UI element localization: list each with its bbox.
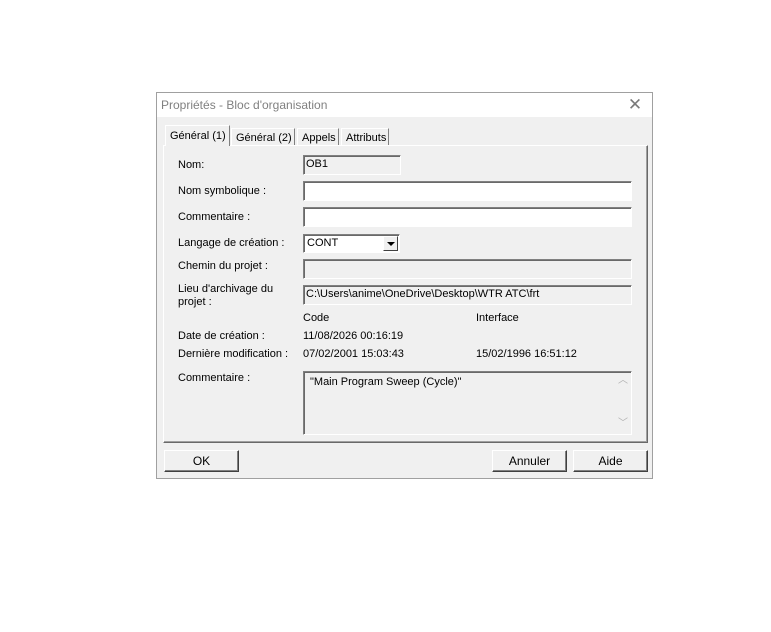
- tab-attributs[interactable]: Attributs: [341, 128, 389, 146]
- tab-appels[interactable]: Appels: [297, 128, 339, 146]
- langage-label: Langage de création :: [178, 237, 285, 249]
- nom-symbolique-input[interactable]: [303, 181, 632, 201]
- interface-header: Interface: [476, 312, 519, 324]
- tab-general-1[interactable]: Général (1): [165, 125, 230, 146]
- ok-button[interactable]: OK: [164, 450, 239, 472]
- chemin-field: [303, 259, 632, 279]
- commentaire-label: Commentaire :: [178, 211, 251, 223]
- lieu-label-line2: projet :: [178, 296, 212, 308]
- date-creation-label: Date de création :: [178, 330, 265, 342]
- title-bar[interactable]: Propriétés - Bloc d'organisation ✕: [157, 93, 652, 117]
- date-creation-code: 11/08/2026 00:16:19: [303, 330, 404, 342]
- commentaire2-value: "Main Program Sweep (Cycle)": [310, 376, 462, 388]
- memo-scrollbar[interactable]: ︿ ﹀: [615, 373, 630, 433]
- lieu-label-line1: Lieu d'archivage du: [178, 283, 274, 295]
- derniere-modif-interface: 15/02/1996 16:51:12: [476, 348, 577, 360]
- lieu-value: C:\Users\anime\OneDrive\Desktop\WTR ATC\…: [306, 288, 540, 300]
- nom-value: OB1: [306, 158, 329, 170]
- derniere-modif-code: 07/02/2001 15:03:43: [303, 348, 404, 360]
- chevron-up-icon[interactable]: ︿: [618, 376, 628, 386]
- lieu-field: C:\Users\anime\OneDrive\Desktop\WTR ATC\…: [303, 285, 632, 305]
- properties-dialog: Propriétés - Bloc d'organisation ✕ Génér…: [156, 92, 653, 479]
- commentaire2-label: Commentaire :: [178, 372, 251, 384]
- aide-button[interactable]: Aide: [573, 450, 648, 472]
- close-icon[interactable]: ✕: [618, 93, 652, 117]
- commentaire-memo[interactable]: "Main Program Sweep (Cycle)" ︿ ﹀: [303, 371, 632, 435]
- langage-value: CONT: [307, 237, 339, 249]
- chemin-label: Chemin du projet :: [178, 260, 268, 272]
- derniere-modif-label: Dernière modification :: [178, 348, 289, 360]
- nom-label: Nom:: [178, 159, 205, 171]
- code-header: Code: [303, 312, 330, 324]
- dropdown-button[interactable]: [383, 236, 398, 251]
- annuler-button[interactable]: Annuler: [492, 450, 567, 472]
- tab-general-2[interactable]: Général (2): [231, 128, 295, 146]
- langage-select[interactable]: CONT: [303, 234, 400, 253]
- chevron-down-icon[interactable]: ﹀: [618, 419, 628, 429]
- window-title: Propriétés - Bloc d'organisation: [161, 98, 328, 112]
- nom-symbolique-label: Nom symbolique :: [178, 185, 267, 197]
- nom-field: OB1: [303, 155, 401, 175]
- chevron-down-icon: [387, 242, 395, 246]
- commentaire-input[interactable]: [303, 207, 632, 227]
